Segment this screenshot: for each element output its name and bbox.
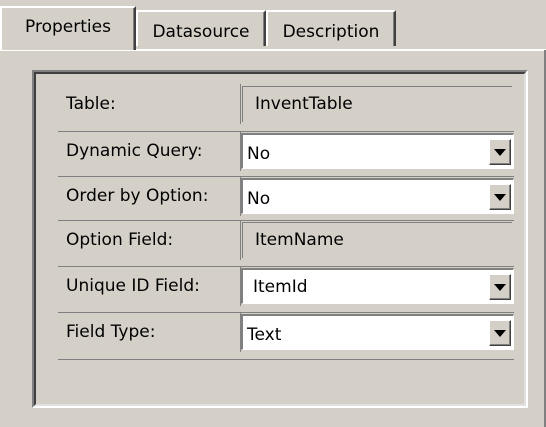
row-table: Table: InventTable [58, 84, 514, 124]
order-by-option-dropdown-button[interactable] [489, 184, 511, 210]
dynamic-query-dropdown-button[interactable] [489, 139, 511, 165]
table-label: Table: [66, 94, 116, 114]
tab-properties[interactable]: Properties [0, 6, 136, 50]
field-type-label: Field Type: [66, 322, 156, 342]
unique-id-field-value: ItemId [253, 277, 308, 297]
dynamic-query-label: Dynamic Query: [66, 141, 203, 161]
option-field-label: Option Field: [66, 230, 174, 250]
tab-datasource[interactable]: Datasource [136, 10, 266, 46]
grid-bottom-border [58, 359, 514, 360]
row-option-field: Option Field: ItemName [58, 220, 514, 260]
field-type-select[interactable]: Text [241, 314, 514, 350]
unique-id-field-label: Unique ID Field: [66, 276, 200, 296]
field-type-dropdown-button[interactable] [489, 320, 511, 346]
row-divider [240, 220, 241, 260]
field-type-value: Text [247, 325, 282, 345]
tab-properties-label: Properties [25, 17, 111, 37]
tab-description-label: Description [282, 22, 380, 42]
option-field-value: ItemName [242, 222, 512, 258]
order-by-option-value: No [247, 189, 271, 209]
table-value: InventTable [242, 86, 512, 122]
chevron-down-icon [494, 193, 506, 201]
chevron-down-icon [494, 283, 506, 291]
tab-strip: Properties Datasource Description [0, 0, 546, 52]
chevron-down-icon [494, 329, 506, 337]
row-order-by-option: Order by Option: No [58, 176, 514, 216]
unique-id-field-select[interactable]: ItemId [241, 268, 514, 304]
order-by-option-select[interactable]: No [241, 178, 514, 214]
unique-id-field-dropdown-button[interactable] [489, 274, 511, 300]
row-field-type: Field Type: Text [58, 312, 514, 352]
row-unique-id-field: Unique ID Field: ItemId [58, 266, 514, 306]
dynamic-query-value: No [247, 144, 271, 164]
tab-description[interactable]: Description [266, 10, 396, 46]
chevron-down-icon [494, 148, 506, 156]
row-divider [240, 84, 241, 124]
order-by-option-label: Order by Option: [66, 186, 209, 206]
row-dynamic-query: Dynamic Query: No [58, 131, 514, 171]
dynamic-query-select[interactable]: No [241, 133, 514, 169]
tab-datasource-label: Datasource [152, 22, 250, 42]
